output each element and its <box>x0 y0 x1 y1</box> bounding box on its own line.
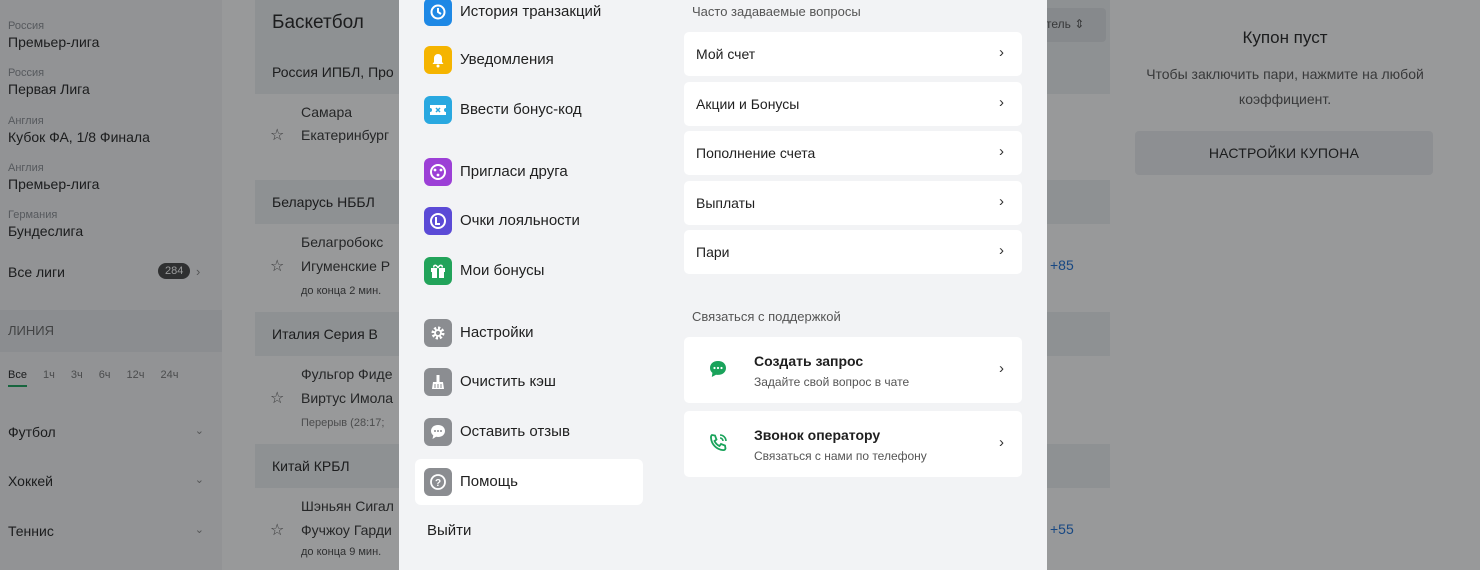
menu-item-label: Оставить отзыв <box>460 423 570 440</box>
menu-item-label: Уведомления <box>460 51 554 68</box>
broom-icon <box>424 368 452 396</box>
logout-button[interactable]: Выйти <box>427 522 471 539</box>
menu-item-label: Помощь <box>460 473 518 490</box>
menu-item-label: История транзакций <box>460 3 602 20</box>
menu-item-bonus-code[interactable]: Ввести бонус-код <box>415 87 643 133</box>
menu-item-invite-friend[interactable]: Пригласи друга <box>415 149 643 195</box>
faq-item-label: Пополнение счета <box>696 145 816 161</box>
faq-item-label: Акции и Бонусы <box>696 96 800 112</box>
gear-icon <box>424 319 452 347</box>
support-item-subtitle: Связаться с нами по телефону <box>754 449 927 463</box>
chat-icon <box>424 418 452 446</box>
svg-text:?: ? <box>435 478 441 489</box>
bell-icon <box>424 46 452 74</box>
menu-item-loyalty-points[interactable]: Очки лояльности <box>415 198 643 244</box>
menu-item-label: Очки лояльности <box>460 212 580 229</box>
chevron-right-icon: › <box>999 434 1004 451</box>
faq-item-label: Выплаты <box>696 195 756 211</box>
faq-item[interactable]: Пари › <box>684 230 1022 274</box>
support-item-title: Создать запрос <box>754 353 864 369</box>
account-menu-modal: История транзакций Уведомления Ввести бо… <box>399 0 1047 570</box>
menu-item-label: Мои бонусы <box>460 262 545 279</box>
faq-item[interactable]: Выплаты › <box>684 181 1022 225</box>
support-section-title: Связаться с поддержкой <box>692 309 841 324</box>
chevron-right-icon: › <box>999 242 1004 259</box>
faq-item[interactable]: Акции и Бонусы › <box>684 82 1022 126</box>
chevron-right-icon: › <box>999 94 1004 111</box>
menu-item-my-bonuses[interactable]: Мои бонусы <box>415 248 643 294</box>
chevron-right-icon: › <box>999 44 1004 61</box>
menu-item-label: Пригласи друга <box>460 163 568 180</box>
menu-item-label: Ввести бонус-код <box>460 101 582 118</box>
faq-item[interactable]: Мой счет › <box>684 32 1022 76</box>
faq-item[interactable]: Пополнение счета › <box>684 131 1022 175</box>
menu-item-feedback[interactable]: Оставить отзыв <box>415 409 643 455</box>
history-icon <box>424 0 452 26</box>
chevron-right-icon: › <box>999 193 1004 210</box>
menu-item-label: Настройки <box>460 324 534 341</box>
phone-icon <box>706 431 732 457</box>
help-icon: ? <box>424 468 452 496</box>
menu-item-settings[interactable]: Настройки <box>415 310 643 356</box>
support-item-subtitle: Задайте свой вопрос в чате <box>754 375 910 389</box>
gift-icon <box>424 257 452 285</box>
create-request-button[interactable]: Создать запрос Задайте свой вопрос в чат… <box>684 337 1022 403</box>
call-operator-button[interactable]: Звонок оператору Связаться с нами по тел… <box>684 411 1022 477</box>
chevron-right-icon: › <box>999 143 1004 160</box>
ticket-icon <box>424 96 452 124</box>
menu-item-notifications[interactable]: Уведомления <box>415 37 643 83</box>
loyalty-icon <box>424 207 452 235</box>
faq-section-title: Часто задаваемые вопросы <box>692 4 861 19</box>
menu-item-label: Очистить кэш <box>460 373 556 390</box>
faq-item-label: Пари <box>696 244 730 260</box>
menu-item-clear-cache[interactable]: Очистить кэш <box>415 359 643 405</box>
invite-icon <box>424 158 452 186</box>
menu-item-transaction-history[interactable]: История транзакций <box>415 0 643 35</box>
chat-bubble-icon <box>706 357 732 383</box>
faq-item-label: Мой счет <box>696 46 756 62</box>
support-item-title: Звонок оператору <box>754 427 881 443</box>
chevron-right-icon: › <box>999 360 1004 377</box>
menu-item-help[interactable]: ? Помощь <box>415 459 643 505</box>
